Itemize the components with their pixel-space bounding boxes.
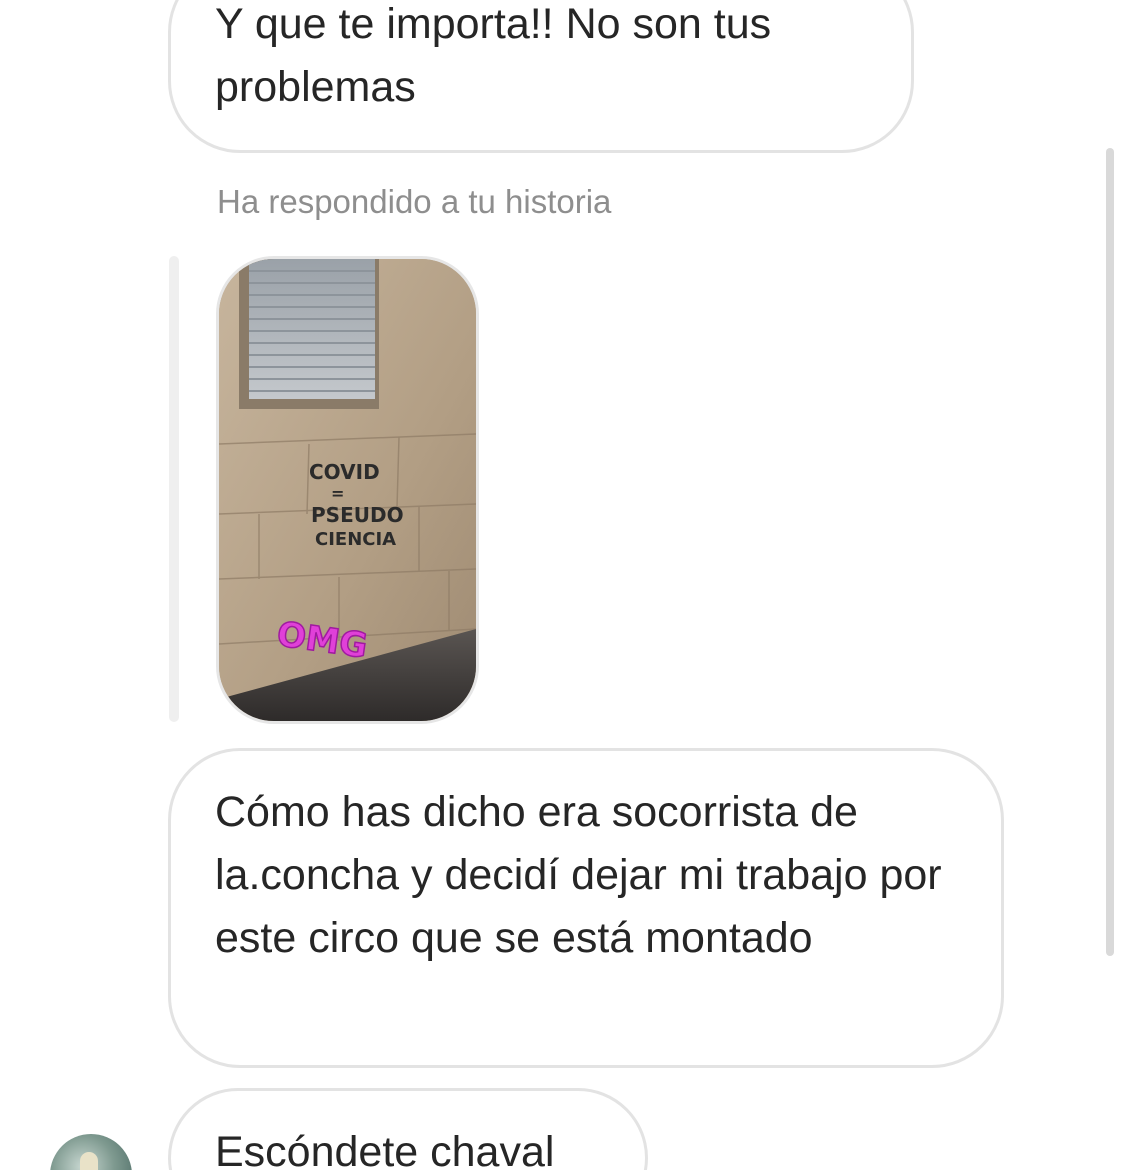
reply-quote-bar [169,256,179,722]
dm-thread: Y que te importa!! No son tus problemas … [0,0,1123,1170]
graffiti-line: CIENCIA [315,529,396,550]
message-text: Cómo has dicho era socorrista de la.conc… [215,788,942,962]
graffiti-line: PSEUDO [311,503,404,527]
story-reply-label: Ha respondido a tu historia [217,183,612,220]
message-bubble[interactable]: Escóndete chaval [168,1088,648,1170]
graffiti-line: COVID [309,460,380,484]
avatar[interactable] [50,1134,132,1170]
message-bubble[interactable]: Y que te importa!! No son tus problemas [168,0,914,153]
scrollbar[interactable] [1106,148,1114,956]
story-thumbnail[interactable]: COVID = PSEUDO CIENCIA OMG [216,256,479,724]
story-image: COVID = PSEUDO CIENCIA OMG [219,259,476,721]
message-text: Escóndete chaval [215,1128,555,1170]
message-bubble[interactable]: Cómo has dicho era socorrista de la.conc… [168,748,1004,1068]
avatar-figure [80,1152,98,1170]
message-text: Y que te importa!! No son tus problemas [215,0,772,111]
graffiti-line: = [331,484,344,503]
